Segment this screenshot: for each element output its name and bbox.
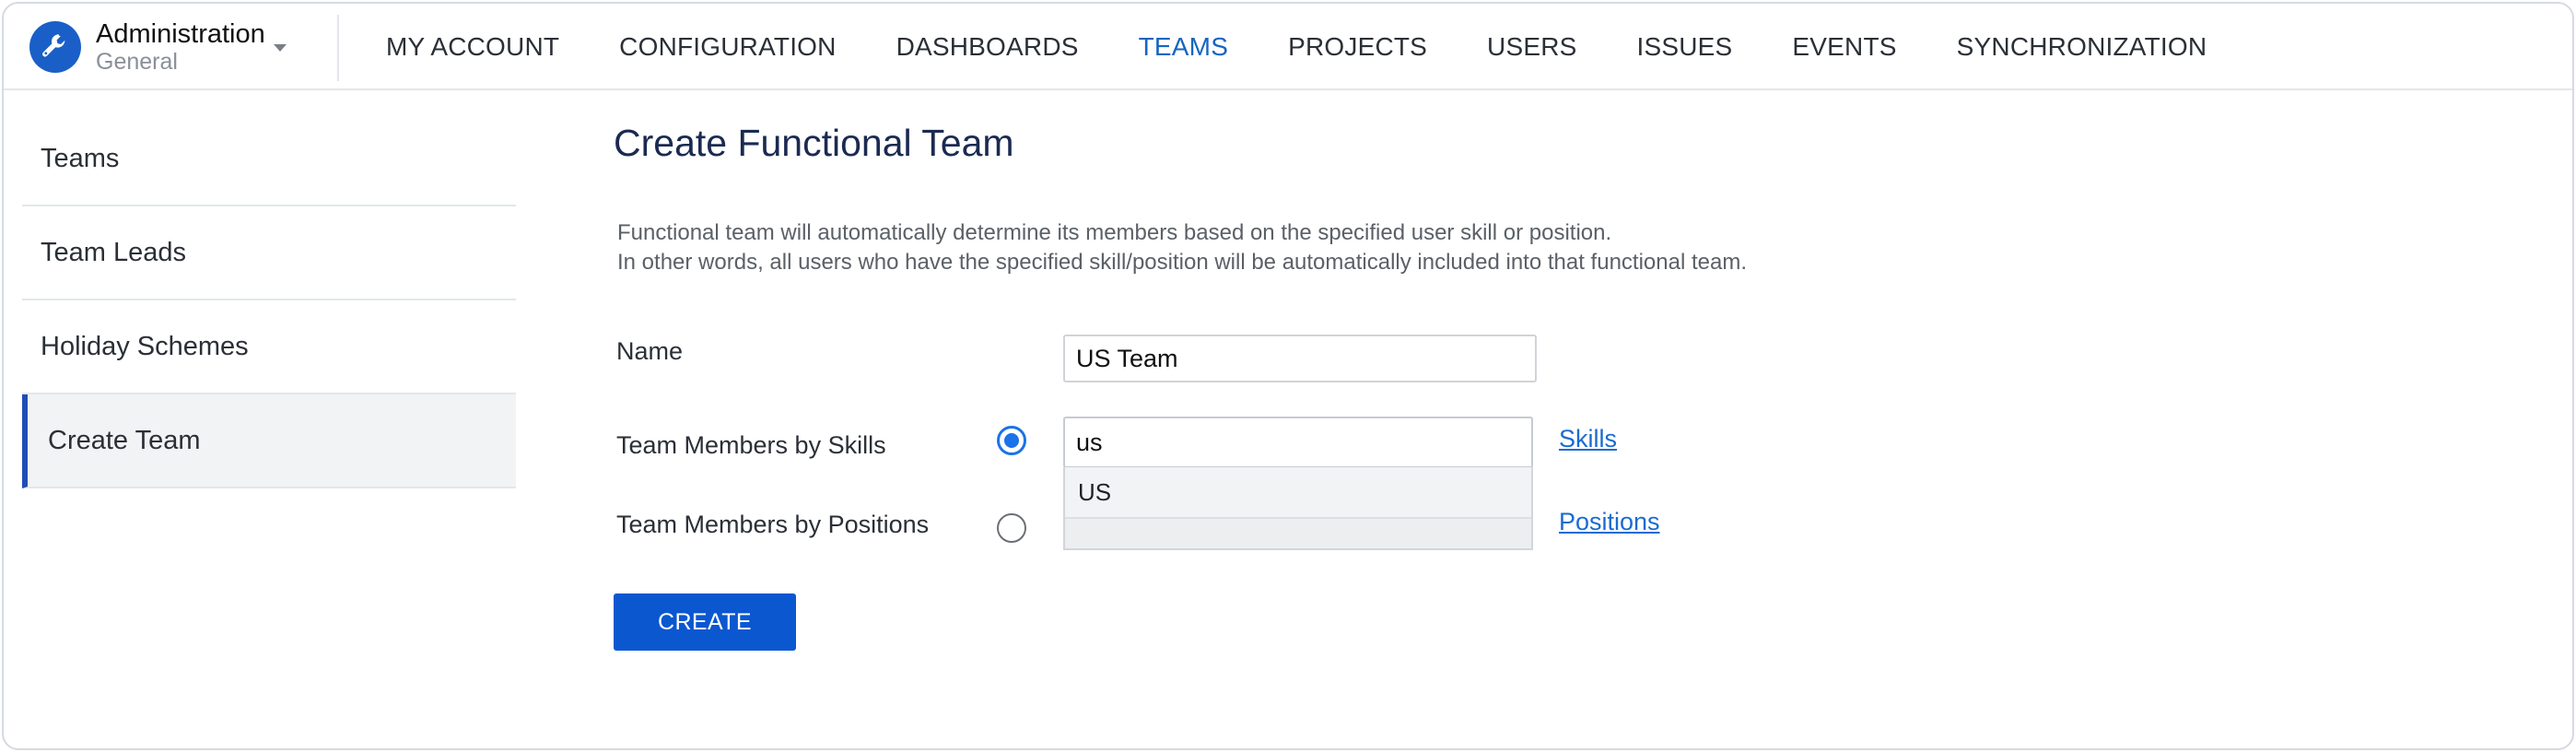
skills-link[interactable]: Skills bbox=[1559, 425, 1617, 453]
positions-label: Team Members by Positions bbox=[616, 511, 930, 538]
name-input[interactable] bbox=[1063, 335, 1537, 382]
sidebar-item-teams[interactable]: Teams bbox=[22, 112, 516, 206]
description-line-1: Functional team will automatically deter… bbox=[617, 220, 1612, 245]
admin-switcher[interactable]: Administration General bbox=[29, 18, 265, 76]
sidebar-item-create-team[interactable]: Create Team bbox=[22, 394, 516, 488]
nav-users[interactable]: USERS bbox=[1487, 32, 1576, 62]
skills-radio[interactable] bbox=[997, 426, 1026, 455]
nav-synchronization[interactable]: SYNCHRONIZATION bbox=[1957, 32, 2207, 62]
form-description: Functional team will automatically deter… bbox=[617, 218, 1999, 277]
page-title: Create Functional Team bbox=[614, 122, 1014, 164]
nav-teams[interactable]: TEAMS bbox=[1139, 32, 1228, 62]
nav-my-account[interactable]: MY ACCOUNT bbox=[386, 32, 559, 62]
nav-projects[interactable]: PROJECTS bbox=[1288, 32, 1427, 62]
skills-input[interactable] bbox=[1063, 417, 1533, 468]
nav-dashboards[interactable]: DASHBOARDS bbox=[896, 32, 1079, 62]
positions-link[interactable]: Positions bbox=[1559, 508, 1660, 536]
name-label: Name bbox=[616, 337, 684, 365]
navbar-divider bbox=[337, 15, 339, 81]
sidebar: Teams Team Leads Holiday Schemes Create … bbox=[22, 112, 516, 488]
caret-down-icon[interactable] bbox=[271, 29, 289, 70]
brand-title: Administration bbox=[96, 18, 265, 49]
wrench-icon bbox=[29, 21, 81, 73]
positions-radio[interactable] bbox=[997, 513, 1026, 543]
nav-issues[interactable]: ISSUES bbox=[1637, 32, 1733, 62]
main-nav: MY ACCOUNT CONFIGURATION DASHBOARDS TEAM… bbox=[386, 4, 2266, 90]
create-button[interactable]: CREATE bbox=[614, 593, 796, 651]
app-window: Administration General MY ACCOUNT CONFIG… bbox=[2, 2, 2574, 750]
suggestion-empty bbox=[1065, 519, 1531, 548]
description-line-2: In other words, all users who have the s… bbox=[617, 250, 1747, 275]
suggestion-option[interactable]: US bbox=[1065, 467, 1531, 519]
sidebar-item-holiday-schemes[interactable]: Holiday Schemes bbox=[22, 300, 516, 394]
top-navbar: Administration General MY ACCOUNT CONFIG… bbox=[4, 4, 2572, 90]
brand-subtitle: General bbox=[96, 49, 178, 76]
skills-label: Team Members by Skills bbox=[616, 431, 886, 459]
sidebar-item-team-leads[interactable]: Team Leads bbox=[22, 206, 516, 300]
skills-suggestions: US bbox=[1063, 467, 1533, 550]
nav-events[interactable]: EVENTS bbox=[1792, 32, 1896, 62]
nav-configuration[interactable]: CONFIGURATION bbox=[619, 32, 836, 62]
